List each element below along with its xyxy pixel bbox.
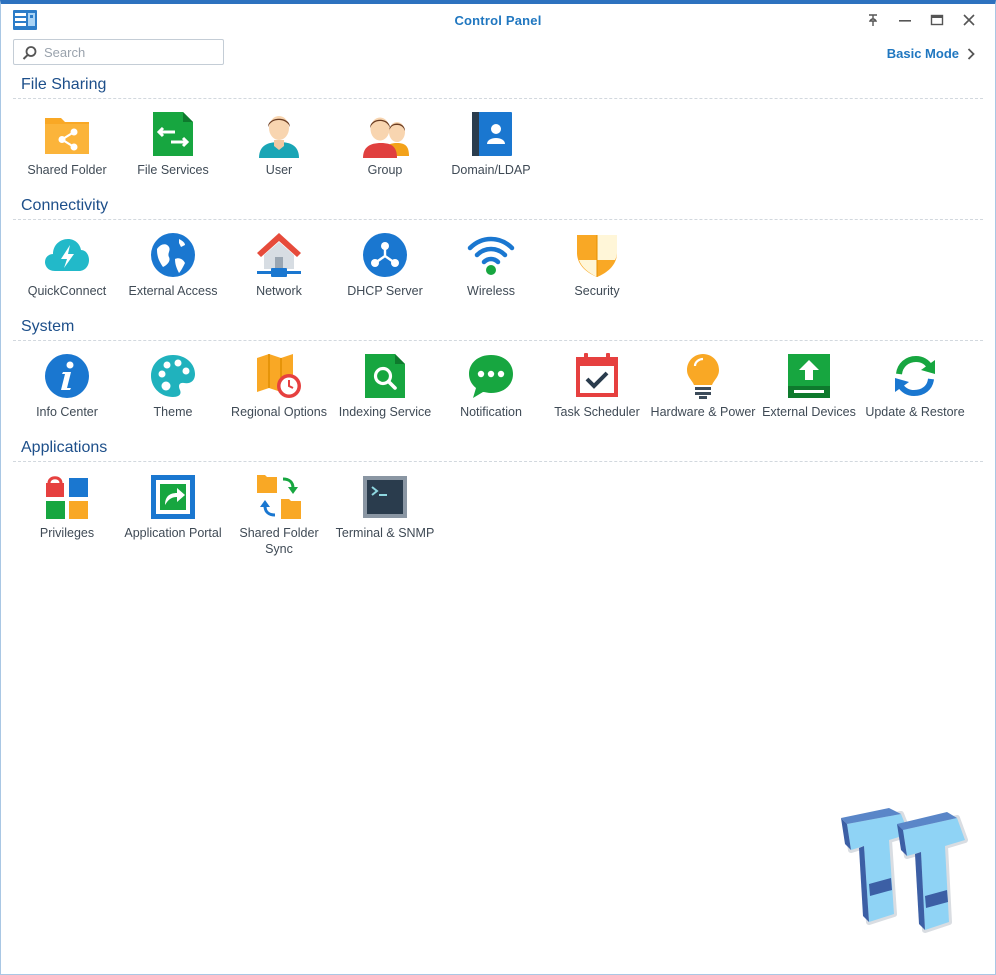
wireless-item[interactable]: Wireless [438,231,544,299]
shared-folder-item[interactable]: Shared Folder [14,110,120,178]
section-file-sharing: File Sharing Shared Folder File Services… [13,74,983,194]
update-restore-item[interactable]: Update & Restore [862,352,968,420]
file-services-item[interactable]: File Services [120,110,226,178]
minimize-icon [899,20,911,22]
wireless-icon [467,231,515,279]
item-label: Shared Folder Sync [239,526,319,556]
minimize-button[interactable] [893,10,917,30]
domain-ldap-icon [467,110,515,158]
terminal-snmp-item[interactable]: Terminal & SNMP [332,473,438,541]
section-title: Connectivity [21,197,109,214]
hardware-power-item[interactable]: Hardware & Power [650,352,756,420]
item-label: Terminal & SNMP [335,526,435,540]
section-title: File Sharing [21,76,107,93]
application-portal-icon [149,473,197,521]
maximize-button[interactable] [925,10,949,30]
maximize-icon [930,14,944,26]
user-item[interactable]: User [226,110,332,178]
privileges-icon [43,473,91,521]
section-title: System [21,318,75,335]
theme-item[interactable]: Theme [120,352,226,420]
item-label: Security [574,284,620,298]
item-label: DHCP Server [347,284,423,298]
info-center-item[interactable]: Info Center [14,352,120,420]
item-label: Indexing Service [338,405,432,419]
notification-item[interactable]: Notification [438,352,544,420]
close-icon [963,14,975,26]
group-item[interactable]: Group [332,110,438,178]
indexing-service-item[interactable]: Indexing Service [332,352,438,420]
section-title: Applications [21,439,108,456]
basic-mode-label: Basic Mode [886,46,959,61]
window-title: Control Panel [454,13,542,28]
theme-icon [149,352,197,400]
item-label: Wireless [467,284,515,298]
domain-ldap-item[interactable]: Domain/LDAP [438,110,544,178]
item-label: Network [256,284,302,298]
shared-folder-sync-icon [255,473,303,521]
item-label: External Access [128,284,218,298]
security-item[interactable]: Security [544,231,650,299]
title-bar[interactable]: Control Panel [1,4,995,36]
item-label: Application Portal [124,526,222,540]
regional-options-item[interactable]: Regional Options [226,352,332,420]
chevron-right-icon [967,47,975,60]
item-label: Info Center [36,405,98,419]
security-icon [573,231,621,279]
pin-icon [868,14,878,26]
quickconnect-icon [43,231,91,279]
item-label: Update & Restore [865,405,965,419]
privileges-item[interactable]: Privileges [14,473,120,541]
basic-mode-link[interactable]: Basic Mode [887,46,975,61]
indexing-service-icon [361,352,409,400]
close-button[interactable] [957,10,981,30]
task-scheduler-item[interactable]: Task Scheduler [544,352,650,420]
item-label: Privileges [39,526,95,540]
item-label: Shared Folder [27,163,107,177]
item-label: Domain/LDAP [451,163,531,177]
external-devices-icon [785,352,833,400]
section-applications: Applications Privileges Application Port… [13,437,983,557]
dhcp-server-icon [361,231,409,279]
item-label: Notification [460,405,522,419]
user-icon [255,110,303,158]
item-label: Theme [153,405,193,419]
item-label: Task Scheduler [554,405,640,419]
shared-folder-sync-item[interactable]: Shared Folder Sync [226,473,332,557]
shared-folder-icon [43,110,91,158]
item-label: QuickConnect [27,284,107,298]
quickconnect-item[interactable]: QuickConnect [14,231,120,299]
control-panel-window: Control Panel Search Basic Mode File Sha… [0,0,996,975]
section-system: System Info Center Theme Regional Option… [13,316,983,436]
item-label: User [265,163,293,177]
help-button[interactable] [861,10,885,30]
task-scheduler-icon [573,352,621,400]
notification-icon [467,352,515,400]
regional-options-icon [255,352,303,400]
item-label: Group [367,163,403,177]
tt-logo-icon [839,804,969,954]
group-icon [361,110,409,158]
network-icon [255,231,303,279]
item-label: File Services [137,163,209,177]
item-label: External Devices [762,405,856,419]
item-label: Regional Options [231,405,327,419]
terminal-snmp-icon [361,473,409,521]
external-devices-item[interactable]: External Devices [756,352,862,420]
search-input[interactable] [44,43,214,61]
hardware-power-icon [679,352,727,400]
dhcp-server-item[interactable]: DHCP Server [332,231,438,299]
external-access-icon [149,231,197,279]
external-access-item[interactable]: External Access [120,231,226,299]
section-connectivity: Connectivity QuickConnect External Acces… [13,195,983,315]
search-icon [22,45,38,66]
info-center-icon [43,352,91,400]
application-portal-item[interactable]: Application Portal [120,473,226,541]
search-box[interactable] [13,39,224,65]
file-services-icon [149,110,197,158]
update-restore-icon [891,352,939,400]
network-item[interactable]: Network [226,231,332,299]
window-controls [861,10,981,30]
item-label: Hardware & Power [650,405,756,419]
